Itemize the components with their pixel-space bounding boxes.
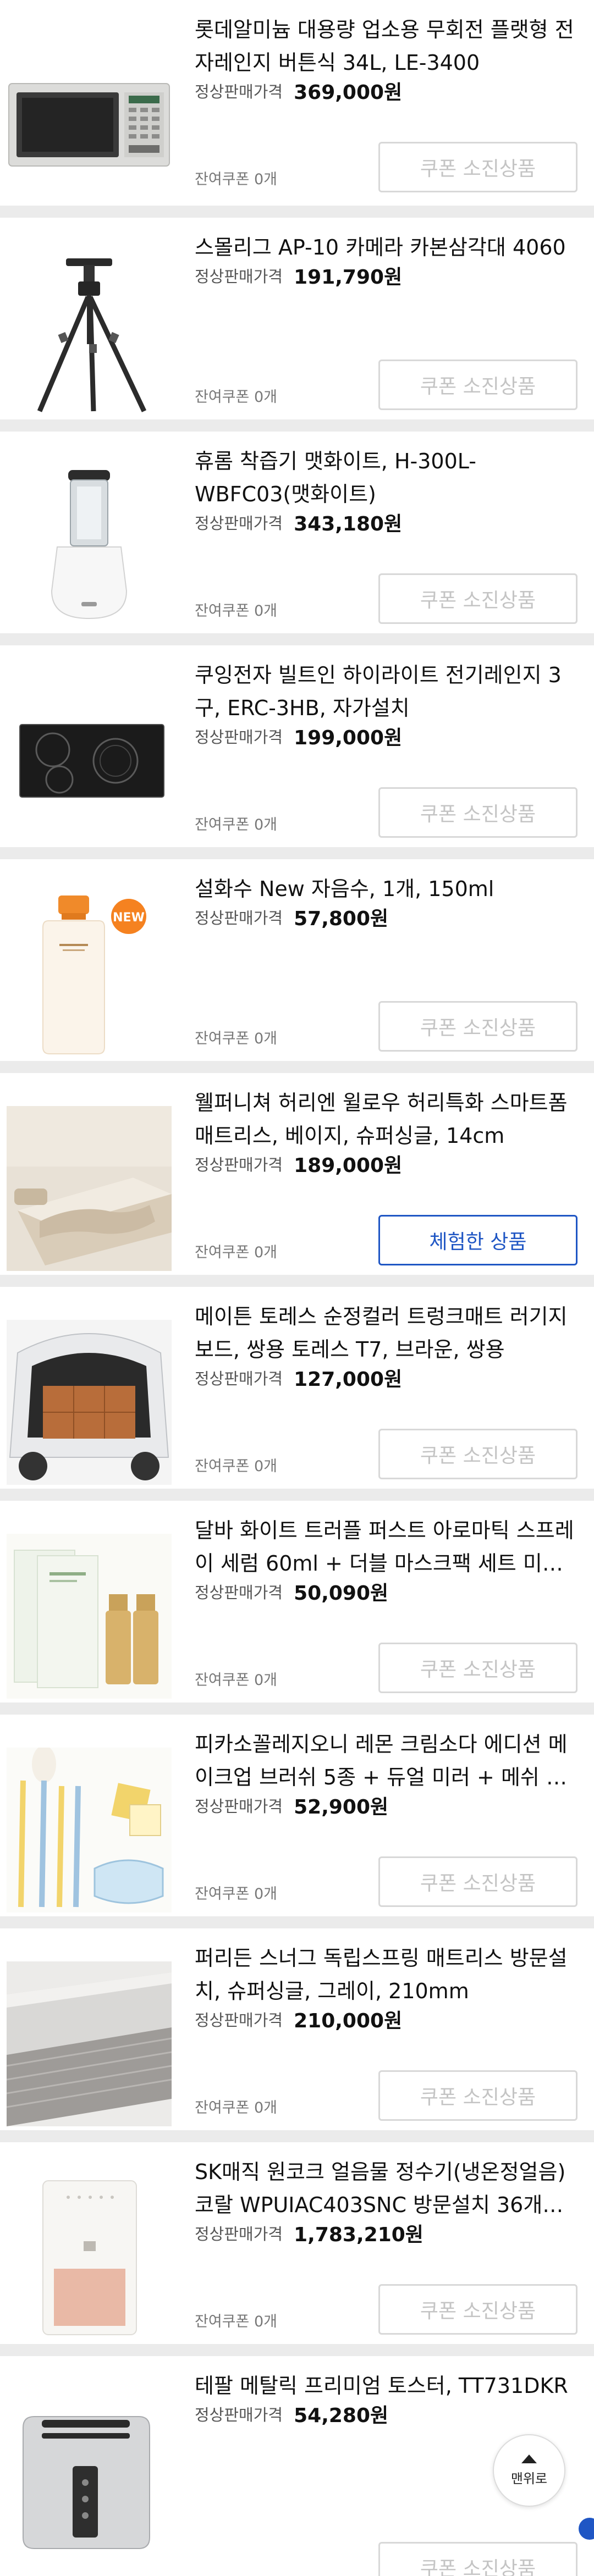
back-to-top-label: 맨위로 bbox=[510, 2470, 548, 2486]
price-row: 정상판매가격 343,180원 bbox=[195, 508, 402, 537]
price-row: 정상판매가격 369,000원 bbox=[195, 76, 402, 105]
price-row: 정상판매가격 189,000원 bbox=[195, 1149, 402, 1178]
price-row: 정상판매가격 127,000원 bbox=[195, 1363, 402, 1392]
product-price: 191,790원 bbox=[294, 266, 403, 289]
coupon-status-button[interactable]: 쿠폰 소진상품 bbox=[378, 2070, 578, 2121]
product-card[interactable]: SK매직 원코크 얼음물 정수기(냉온정얼음) 코랄 WPUIAC403SNC … bbox=[0, 2142, 594, 2344]
product-title[interactable]: 피카소꼴레지오니 레몬 크림소다 에디션 메이크업 브러쉬 5종 + 듀얼 미러… bbox=[195, 1728, 574, 1794]
coupon-count: 잔여쿠폰 0개 bbox=[195, 1458, 277, 1475]
price-label: 정상판매가격 bbox=[195, 1797, 283, 1816]
foam-mattress-image[interactable] bbox=[7, 1106, 172, 1271]
tripod-image[interactable] bbox=[7, 251, 172, 416]
product-price: 52,900원 bbox=[294, 1796, 389, 1818]
product-card[interactable]: 롯데알미늄 대용량 업소용 무회전 플랫형 전자레인지 버튼식 34L, LE-… bbox=[0, 0, 594, 206]
trunk-mat-image[interactable] bbox=[7, 1320, 172, 1485]
product-title[interactable]: 달바 화이트 트러플 퍼스트 아로마틱 스프레이 세럼 60ml + 더블 마스… bbox=[195, 1514, 574, 1580]
arrow-up-icon bbox=[521, 2454, 537, 2463]
coupon-count: 잔여쿠폰 0개 bbox=[195, 1244, 277, 1261]
price-row: 정상판매가격 54,280원 bbox=[195, 2400, 388, 2428]
price-row: 정상판매가격 199,000원 bbox=[195, 722, 402, 750]
toaster-image[interactable] bbox=[7, 2389, 172, 2554]
product-card[interactable]: 스몰리그 AP-10 카메라 카본삼각대 4060 정상판매가격 191,790원… bbox=[0, 218, 594, 419]
coupon-count: 잔여쿠폰 0개 bbox=[195, 389, 277, 406]
product-list: 롯데알미늄 대용량 업소용 무회전 플랫형 전자레인지 버튼식 34L, LE-… bbox=[0, 0, 594, 2576]
price-label: 정상판매가격 bbox=[195, 514, 283, 533]
coupon-count: 잔여쿠폰 0개 bbox=[195, 1672, 277, 1689]
coupon-count: 잔여쿠폰 0개 bbox=[195, 816, 277, 833]
spring-mattress-image[interactable] bbox=[7, 1961, 172, 2126]
product-card[interactable]: 웰퍼니쳐 허리엔 윌로우 허리특화 스마트폼 매트리스, 베이지, 슈퍼싱글, … bbox=[0, 1073, 594, 1275]
coupon-count: 잔여쿠폰 0개 bbox=[195, 1030, 277, 1047]
coupon-status-button[interactable]: 쿠폰 소진상품 bbox=[378, 1001, 578, 1052]
price-row: 정상판매가격 210,000원 bbox=[195, 2005, 402, 2033]
price-row: 정상판매가격 191,790원 bbox=[195, 261, 402, 290]
product-title[interactable]: 설화수 New 자음수, 1개, 150ml bbox=[195, 872, 574, 905]
product-title[interactable]: 메이튼 토레스 순정컬러 트렁크매트 러기지보드, 쌍용 토레스 T7, 브라운… bbox=[195, 1300, 574, 1366]
microwave-image[interactable] bbox=[7, 33, 172, 198]
product-price: 210,000원 bbox=[294, 2010, 403, 2032]
product-price: 343,180원 bbox=[294, 513, 403, 535]
juicer-image[interactable] bbox=[7, 465, 172, 629]
price-label: 정상판매가격 bbox=[195, 2406, 283, 2424]
experienced-product-button[interactable]: 체험한 상품 bbox=[378, 1215, 578, 1265]
price-row: 정상판매가격 57,800원 bbox=[195, 903, 388, 931]
coupon-count: 잔여쿠폰 0개 bbox=[195, 602, 277, 620]
product-price: 189,000원 bbox=[294, 1154, 403, 1177]
price-row: 정상판매가격 1,783,210원 bbox=[195, 2219, 424, 2247]
coupon-status-button[interactable]: 쿠폰 소진상품 bbox=[378, 1643, 578, 1693]
coupon-status-button[interactable]: 쿠폰 소진상품 bbox=[378, 142, 578, 192]
coupon-count: 잔여쿠폰 0개 bbox=[195, 171, 277, 188]
price-label: 정상판매가격 bbox=[195, 267, 283, 286]
price-label: 정상판매가격 bbox=[195, 2011, 283, 2030]
water-purifier-image[interactable] bbox=[7, 2175, 172, 2340]
coupon-count: 잔여쿠폰 0개 bbox=[195, 2313, 277, 2330]
coupon-status-button[interactable]: 쿠폰 소진상품 bbox=[378, 787, 578, 838]
back-to-top-button[interactable]: 맨위로 bbox=[493, 2434, 565, 2507]
price-row: 정상판매가격 52,900원 bbox=[195, 1791, 388, 1820]
product-price: 127,000원 bbox=[294, 1368, 403, 1391]
price-label: 정상판매가격 bbox=[195, 728, 283, 747]
product-card[interactable]: 휴롬 착즙기 맷화이트, H-300L-WBFC03(맷화이트) 정상판매가격 3… bbox=[0, 432, 594, 633]
product-price: 50,090원 bbox=[294, 1582, 389, 1605]
cooktop-image[interactable] bbox=[7, 678, 172, 843]
coupon-status-button[interactable]: 쿠폰 소진상품 bbox=[378, 573, 578, 624]
price-label: 정상판매가격 bbox=[195, 1583, 283, 1602]
product-price: 54,280원 bbox=[294, 2404, 389, 2427]
product-title[interactable]: 웰퍼니쳐 허리엔 윌로우 허리특화 스마트폼 매트리스, 베이지, 슈퍼싱글, … bbox=[195, 1086, 574, 1152]
coupon-count: 잔여쿠폰 0개 bbox=[195, 2099, 277, 2116]
toner-image[interactable]: NEW bbox=[7, 892, 172, 1057]
product-card[interactable]: 퍼리든 스너그 독립스프링 매트리스 방문설치, 슈퍼싱글, 그레이, 210m… bbox=[0, 1928, 594, 2130]
product-price: 57,800원 bbox=[294, 908, 389, 930]
coupon-status-button[interactable]: 쿠폰 소진상품 bbox=[378, 2542, 578, 2576]
brush-set-image[interactable] bbox=[7, 1748, 172, 1912]
product-price: 369,000원 bbox=[294, 81, 403, 104]
product-price: 1,783,210원 bbox=[294, 2224, 424, 2246]
serum-set-image[interactable] bbox=[7, 1534, 172, 1699]
product-title[interactable]: 스몰리그 AP-10 카메라 카본삼각대 4060 bbox=[195, 231, 574, 264]
price-label: 정상판매가격 bbox=[195, 1156, 283, 1174]
product-card[interactable]: NEW 설화수 New 자음수, 1개, 150ml 정상판매가격 57,800원… bbox=[0, 859, 594, 1061]
price-label: 정상판매가격 bbox=[195, 1369, 283, 1388]
product-card[interactable]: 달바 화이트 트러플 퍼스트 아로마틱 스프레이 세럼 60ml + 더블 마스… bbox=[0, 1501, 594, 1702]
product-title[interactable]: 퍼리든 스너그 독립스프링 매트리스 방문설치, 슈퍼싱글, 그레이, 210m… bbox=[195, 1942, 574, 2008]
coupon-status-button[interactable]: 쿠폰 소진상품 bbox=[378, 1856, 578, 1907]
coupon-status-button[interactable]: 쿠폰 소진상품 bbox=[378, 2284, 578, 2335]
price-label: 정상판매가격 bbox=[195, 909, 283, 927]
product-card[interactable]: 쿠잉전자 빌트인 하이라이트 전기레인지 3구, ERC-3HB, 자가설치 정… bbox=[0, 645, 594, 847]
product-price: 199,000원 bbox=[294, 727, 403, 749]
price-label: 정상판매가격 bbox=[195, 2225, 283, 2243]
coupon-status-button[interactable]: 쿠폰 소진상품 bbox=[378, 360, 578, 410]
product-title[interactable]: 쿠잉전자 빌트인 하이라이트 전기레인지 3구, ERC-3HB, 자가설치 bbox=[195, 659, 574, 725]
product-card[interactable]: 메이튼 토레스 순정컬러 트렁크매트 러기지보드, 쌍용 토레스 T7, 브라운… bbox=[0, 1287, 594, 1489]
price-row: 정상판매가격 50,090원 bbox=[195, 1577, 388, 1606]
product-card[interactable]: 피카소꼴레지오니 레몬 크림소다 에디션 메이크업 브러쉬 5종 + 듀얼 미러… bbox=[0, 1715, 594, 1916]
product-title[interactable]: 휴롬 착즙기 맷화이트, H-300L-WBFC03(맷화이트) bbox=[195, 445, 574, 511]
coupon-count: 잔여쿠폰 0개 bbox=[195, 1886, 277, 1903]
new-badge: NEW bbox=[113, 911, 145, 925]
product-title[interactable]: SK매직 원코크 얼음물 정수기(냉온정얼음) 코랄 WPUIAC403SNC … bbox=[195, 2155, 574, 2221]
price-label: 정상판매가격 bbox=[195, 82, 283, 101]
product-title[interactable]: 테팔 메탈릭 프리미엄 토스터, TT731DKR bbox=[195, 2369, 574, 2402]
product-title[interactable]: 롯데알미늄 대용량 업소용 무회전 플랫형 전자레인지 버튼식 34L, LE-… bbox=[195, 13, 574, 79]
coupon-status-button[interactable]: 쿠폰 소진상품 bbox=[378, 1429, 578, 1479]
